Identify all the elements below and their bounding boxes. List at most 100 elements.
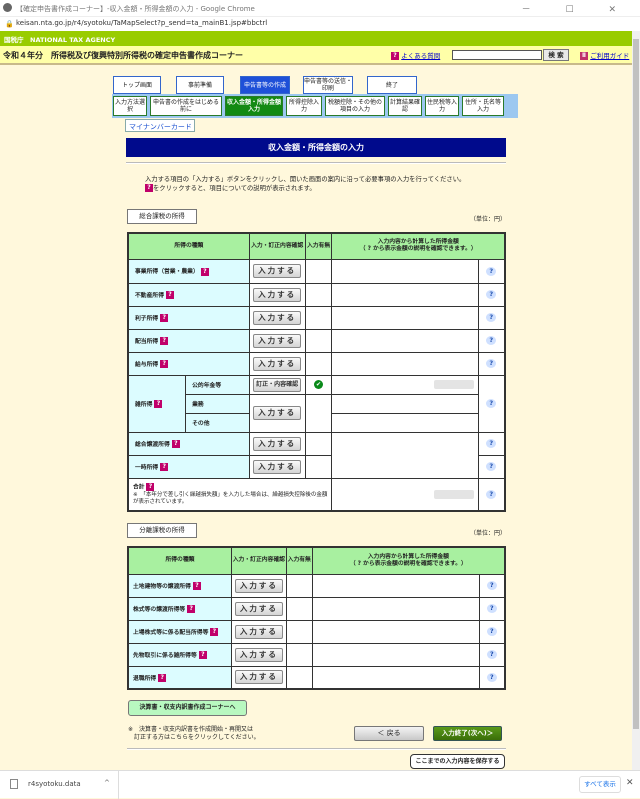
- help-icon[interactable]: ?: [486, 266, 497, 276]
- total-label: 合計: [133, 484, 145, 491]
- table-row: 総合譲渡所得 ? 入力する?: [127, 431, 506, 479]
- substep-7: 住民税等入力: [425, 96, 459, 116]
- step-prep: 事前準備: [176, 76, 224, 94]
- help-icon[interactable]: ?: [486, 650, 497, 659]
- help-badge-icon[interactable]: ?: [187, 605, 196, 614]
- input-button[interactable]: 入力する: [253, 406, 302, 420]
- browser-titlebar: 【確定申告書作成コーナー】-収入金額・所得金額の入力 - Google Chro…: [0, 0, 640, 17]
- help-icon[interactable]: ?: [486, 462, 497, 471]
- row-label: 株式等の譲渡所得等 ?: [127, 596, 232, 621]
- help-icon[interactable]: ?: [486, 604, 497, 613]
- divider: [127, 748, 506, 750]
- help-badge-icon[interactable]: ?: [160, 314, 169, 323]
- help-icon[interactable]: ?: [486, 290, 497, 299]
- help-icon[interactable]: ?: [486, 581, 497, 590]
- input-button[interactable]: 入力する: [234, 647, 283, 662]
- back-button[interactable]: ＜ 戻る: [354, 726, 424, 741]
- input-button[interactable]: 入力する: [234, 670, 283, 685]
- help-badge-icon[interactable]: ?: [154, 400, 163, 409]
- input-button[interactable]: 入力する: [234, 624, 283, 639]
- row-label: 事業所得（営業・農業） ?: [127, 258, 250, 284]
- guide-link[interactable]: Ⅱ ご利用ガイド: [580, 50, 629, 60]
- address-bar[interactable]: 🔒 keisan.nta.go.jp/r4/syotoku/TaMapSelect…: [0, 17, 640, 31]
- faq-link[interactable]: ? よくある質問: [391, 50, 440, 60]
- substep-4: 所得控除入力: [286, 96, 322, 116]
- step-send: 申告書等の送信・印刷: [303, 76, 353, 94]
- col-status: 入力有無: [285, 546, 313, 575]
- row-label: 上場株式等に係る配当所得等 ?: [127, 619, 232, 644]
- site-title: 令和４年分 所得税及び復興特別所得税の確定申告書作成コーナー: [3, 51, 243, 60]
- agency-banner: 国税庁 NATIONAL TAX AGENCY: [0, 31, 632, 46]
- input-button[interactable]: 入力する: [253, 333, 302, 348]
- guide-label: ご利用ガイド: [590, 52, 630, 60]
- help-badge-icon[interactable]: ?: [160, 463, 169, 472]
- page-title: 収入金額・所得金額の入力: [126, 138, 506, 157]
- instruction-line-1: 入力する項目の「入力する」ボタンをクリックし、開いた画面の案内に沿って必要事項の…: [145, 176, 466, 183]
- help-badge-icon[interactable]: ?: [146, 483, 155, 491]
- faq-label: よくある質問: [401, 52, 441, 60]
- help-badge-icon[interactable]: ?: [166, 291, 175, 300]
- table-row: 株式等の譲渡所得等 ? 入力する?: [127, 596, 506, 621]
- instructions: 入力する項目の「入力する」ボタンをクリックし、開いた画面の案内に沿って必要事項の…: [145, 175, 465, 193]
- help-icon[interactable]: ?: [486, 489, 497, 499]
- help-badge-icon: ?: [391, 52, 399, 60]
- sogo-table: 所得の種類 入力・訂正内容確認 入力有無 入力内容から計算した所得金額（ ? から表示…: [127, 232, 506, 512]
- help-icon[interactable]: ?: [486, 627, 497, 636]
- input-button[interactable]: 入力する: [253, 287, 302, 302]
- table-row: 先物取引に係る雑所得等 ? 入力する?: [127, 642, 506, 667]
- input-button[interactable]: 入力する: [253, 264, 302, 278]
- input-button[interactable]: 入力する: [253, 436, 302, 451]
- help-badge-icon[interactable]: ?: [160, 360, 169, 369]
- input-button[interactable]: 入力する: [253, 459, 302, 474]
- mynumber-card-button[interactable]: マイナンバーカード: [125, 119, 195, 132]
- input-button[interactable]: 入力する: [234, 601, 283, 616]
- substep-1: 入力方法選択: [113, 96, 147, 116]
- scrollbar-thumb[interactable]: [633, 39, 639, 729]
- table-row: 不動産所得 ? 入力する?: [127, 282, 506, 307]
- help-badge-icon[interactable]: ?: [193, 582, 202, 591]
- help-icon[interactable]: ?: [486, 313, 497, 322]
- help-badge-icon[interactable]: ?: [198, 651, 207, 660]
- scrollbar[interactable]: [632, 31, 640, 770]
- col-type: 所得の種類: [127, 546, 232, 575]
- help-icon[interactable]: ?: [486, 439, 497, 448]
- input-button[interactable]: 入力する: [253, 356, 302, 371]
- help-icon[interactable]: ?: [486, 399, 497, 408]
- chrome-icon: [3, 3, 12, 12]
- help-icon[interactable]: ?: [486, 359, 497, 368]
- section-sogo: 総合課税の所得: [127, 209, 197, 224]
- save-progress-button[interactable]: ここまでの入力内容を保存する: [410, 754, 505, 769]
- window-controls[interactable]: － ☐ ✕: [522, 2, 632, 15]
- help-badge-icon[interactable]: ?: [171, 440, 180, 449]
- close-icon[interactable]: ✕: [626, 778, 634, 788]
- note-line-1: ※ 決算書・収支内訳書を作成開始・再開又は: [128, 726, 254, 733]
- help-badge-icon[interactable]: ?: [200, 267, 209, 276]
- search-button[interactable]: 検 索: [543, 49, 569, 61]
- help-icon[interactable]: ?: [486, 672, 497, 682]
- help-badge-icon[interactable]: ?: [210, 628, 219, 637]
- help-icon[interactable]: ?: [486, 336, 497, 345]
- input-button[interactable]: 入力する: [234, 578, 283, 593]
- search-input[interactable]: [452, 50, 542, 60]
- show-all-button[interactable]: すべて表示: [579, 776, 621, 793]
- table-row: 給与所得 ? 入力する?: [127, 351, 506, 376]
- kessan-corner-button[interactable]: 決算書・収支内訳書作成コーナーへ: [128, 700, 247, 716]
- step-end: 終了: [367, 76, 417, 94]
- sub-label: 業務: [185, 393, 250, 414]
- help-badge-icon[interactable]: ?: [160, 337, 169, 346]
- row-label: 給与所得 ?: [127, 351, 250, 376]
- help-badge-icon[interactable]: ?: [158, 674, 167, 682]
- sub-label: 公的年金等: [185, 374, 250, 395]
- download-file[interactable]: r4syotoku.data: [28, 780, 81, 788]
- row-label: 土地建物等の譲渡所得 ?: [127, 573, 232, 598]
- edit-button[interactable]: 訂正・内容確認: [253, 377, 302, 392]
- table-row: 利子所得 ? 入力する?: [127, 305, 506, 330]
- next-button[interactable]: 入力終了(次へ)＞: [433, 726, 502, 741]
- col-amount: 入力内容から計算した所得金額（ ? から表示金額の説明を確認できます。）: [331, 232, 506, 260]
- bunri-table: 所得の種類 入力・訂正内容確認 入力有無 入力内容から計算した所得金額（ ? から表示…: [127, 546, 506, 690]
- input-button[interactable]: 入力する: [253, 310, 302, 325]
- chevron-up-icon[interactable]: ^: [104, 779, 110, 787]
- total-note: ※ 「本年分で差し引く繰越損失額」を入力した場合は、繰越損失控除後の金額が表示さ…: [133, 491, 328, 505]
- sub-label: その他: [185, 412, 250, 433]
- col-input: 入力・訂正内容確認: [248, 232, 306, 260]
